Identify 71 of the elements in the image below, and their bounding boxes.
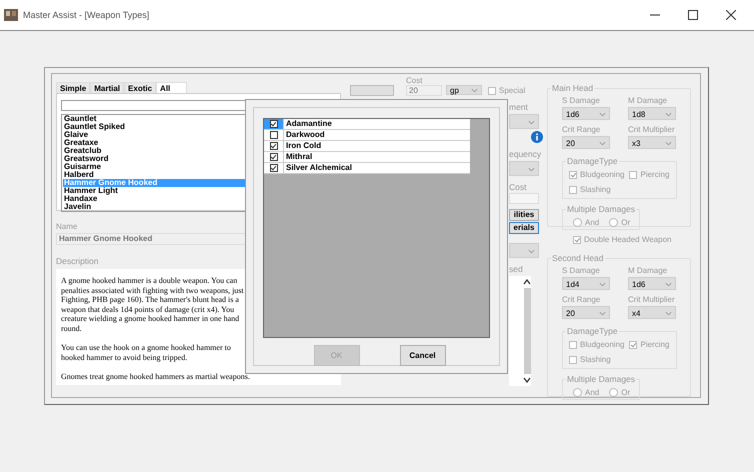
dialog-button[interactable]: Cancel <box>400 345 446 366</box>
tab[interactable]: All <box>156 82 188 93</box>
dropdown[interactable]: 20 <box>562 306 610 319</box>
checkbox[interactable] <box>270 142 278 150</box>
cost-field[interactable]: 20 <box>406 85 442 96</box>
material-row[interactable]: Darkwood <box>264 130 470 141</box>
field-label: equency <box>509 149 542 159</box>
tab[interactable]: Simple <box>56 82 90 93</box>
group-title: DamageType <box>566 326 619 336</box>
scroll-up-icon[interactable] <box>523 279 531 285</box>
dialog-button[interactable]: ilities <box>509 209 539 221</box>
group-title: Second Head <box>551 253 605 263</box>
chevron-icon <box>528 248 535 254</box>
group-title: DamageType <box>566 156 619 166</box>
group-title: Main Head <box>551 83 594 93</box>
field-label: Cost <box>509 182 526 192</box>
dialog-button[interactable]: erials <box>509 222 539 234</box>
window-title: Master Assist - [Weapon Types] <box>23 10 150 20</box>
dropdown[interactable]: x4 <box>628 306 676 319</box>
currency-dropdown[interactable]: gp <box>446 85 482 95</box>
scroll-thumb[interactable] <box>524 288 530 374</box>
field-label: M Damage <box>628 96 668 105</box>
description-label: Description <box>56 256 100 266</box>
tab[interactable]: Exotic <box>124 82 156 93</box>
chevron-icon <box>528 166 535 172</box>
name-label: Name <box>56 222 78 231</box>
chevron-icon <box>665 282 672 286</box>
field-label: Crit Range <box>562 295 602 304</box>
material-row[interactable]: Mithral <box>264 152 470 163</box>
close-icon[interactable] <box>726 10 736 20</box>
material-row[interactable]: Iron Cold <box>264 141 470 152</box>
checkbox[interactable] <box>270 131 278 139</box>
dropdown[interactable]: x3 <box>628 136 676 149</box>
chevron-icon <box>471 88 478 93</box>
description-paragraph: A gnome hooked hammer is a double weapon. You can penalties associated with fighting with two weapons, just Fighting, PHB page 160). The hammer's blunt head is a weapon that deals 1d4 points of damage (crit x4). You creature wielding a gnome hooked hammer in one hand round. <box>61 276 245 334</box>
chevron-icon <box>665 112 672 116</box>
field-label: sed <box>509 264 523 274</box>
field-label: Crit Multiplier <box>628 125 676 134</box>
chevron-icon <box>665 310 672 316</box>
field-label: ment <box>509 102 528 112</box>
maximize-icon[interactable] <box>688 10 698 20</box>
scroll-down-icon[interactable] <box>523 377 531 383</box>
app-icon <box>4 9 18 21</box>
chevron-icon <box>599 112 606 116</box>
info-icon[interactable] <box>531 131 543 143</box>
chevron-icon <box>665 140 672 146</box>
description-paragraph: Gnomes treat gnome hooked hammers as martial weapons. <box>61 372 251 382</box>
field-label: Crit Range <box>562 125 602 134</box>
checkbox[interactable] <box>270 153 278 161</box>
checkbox[interactable] <box>270 164 278 172</box>
dropdown[interactable]: 1d6 <box>562 107 610 120</box>
chevron-icon <box>599 310 606 316</box>
cost-field[interactable] <box>509 193 539 204</box>
cost-label: Cost <box>406 76 424 85</box>
material-row[interactable]: Silver Alchemical <box>264 163 470 174</box>
chevron-icon <box>599 140 606 146</box>
field-label: S Damage <box>562 266 601 275</box>
group-title: Multiple Damages <box>566 374 636 384</box>
dropdown[interactable]: 1d6 <box>628 277 676 290</box>
dropdown[interactable]: 1d8 <box>628 107 676 120</box>
field-label: S Damage <box>562 96 601 105</box>
field-label: Crit Multiplier <box>628 295 676 304</box>
chevron-icon <box>528 120 535 124</box>
dropdown[interactable]: 1d4 <box>562 277 610 290</box>
checkbox[interactable] <box>270 120 278 128</box>
dropdown[interactable]: 20 <box>562 136 610 149</box>
chevron-icon <box>599 282 606 286</box>
field-label: M Damage <box>628 266 668 275</box>
group-title: Multiple Damages <box>566 204 636 214</box>
material-row[interactable]: Adamantine <box>264 119 470 130</box>
tab[interactable]: Martial <box>90 82 124 93</box>
